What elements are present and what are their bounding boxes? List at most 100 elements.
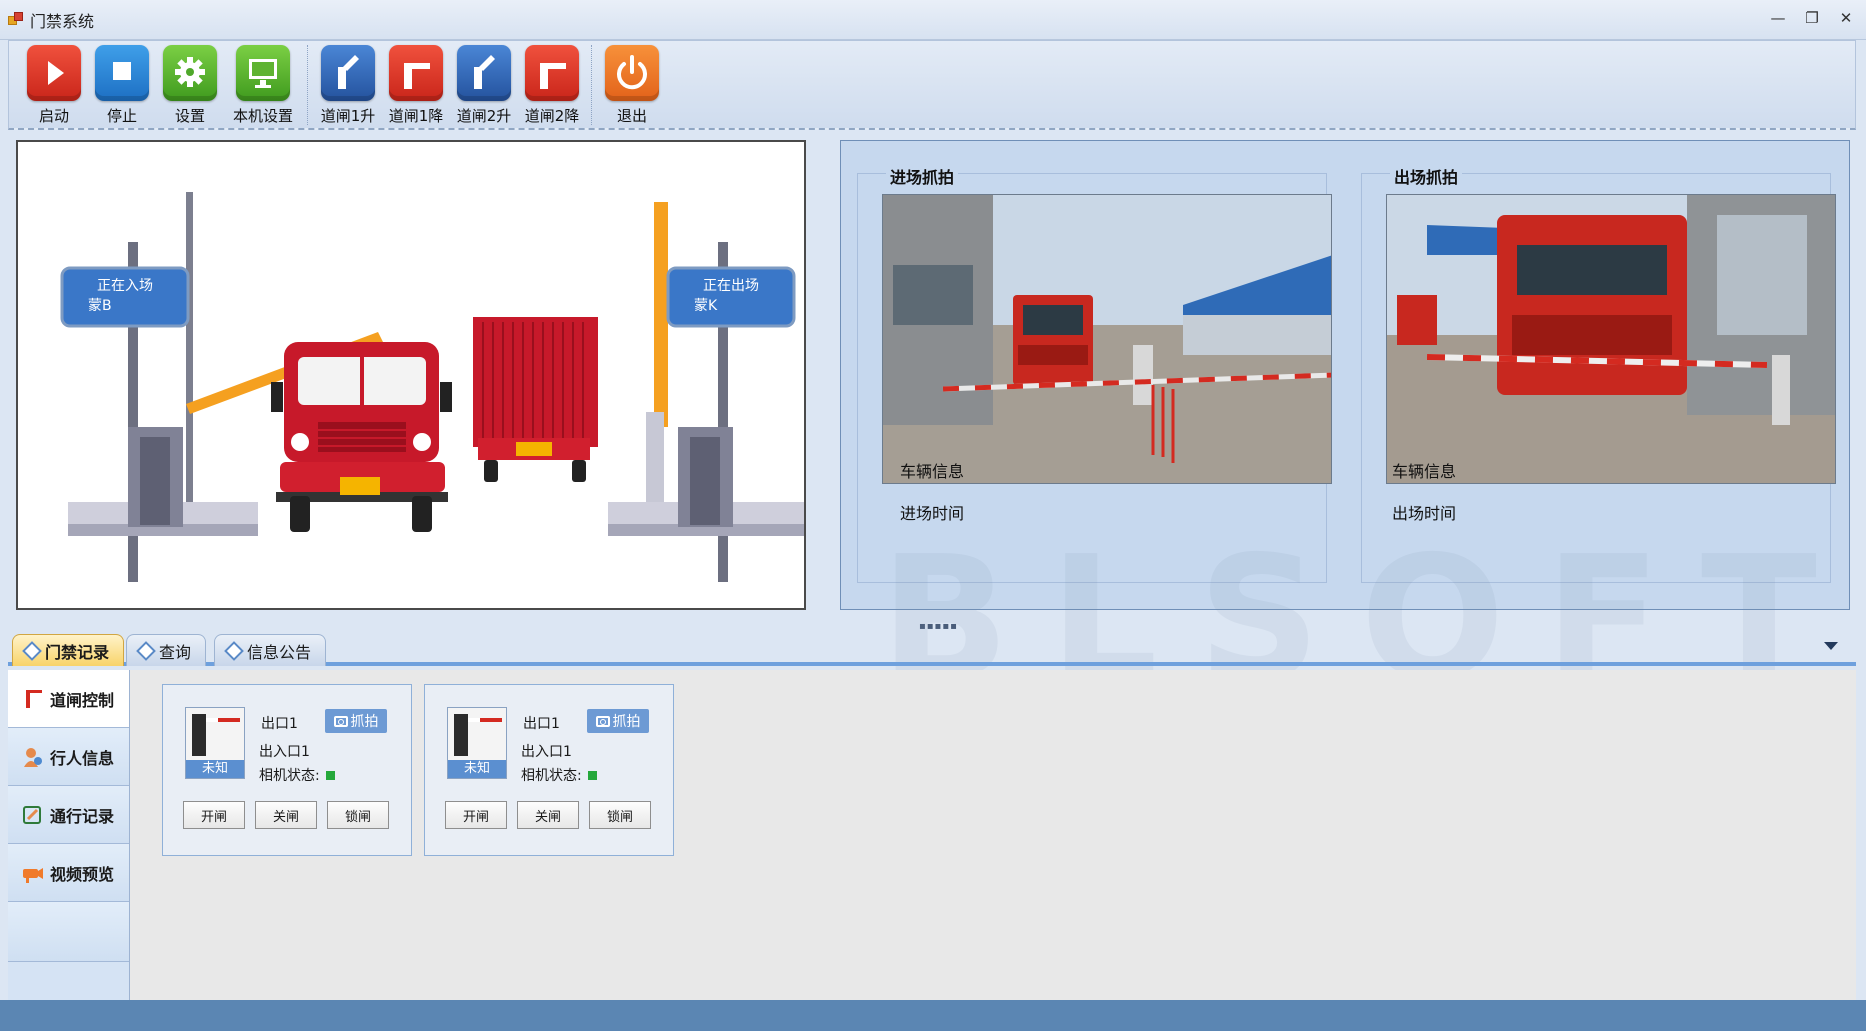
entry-capture-title: 进场抓拍 (886, 164, 959, 188)
gate-direction: 出入口1 (259, 744, 310, 760)
start-label: 启动 (38, 107, 69, 125)
settings-button[interactable]: 设置 (159, 45, 221, 127)
tab-strip: 门禁记录 查询 信息公告 (8, 630, 1856, 666)
barrier2-down-button[interactable]: 道闸2降 (521, 45, 583, 127)
camera-status-indicator (587, 770, 597, 780)
snapshot-label: 抓拍 (350, 714, 379, 730)
tab-access-records[interactable]: 门禁记录 (12, 634, 125, 666)
camera-icon (22, 862, 44, 884)
barrier2-up-button[interactable]: 道闸2升 (453, 45, 515, 127)
camera-status: 相机状态: (259, 765, 335, 785)
tab-label: 信息公告 (247, 642, 312, 662)
edit-icon (22, 804, 44, 826)
tab-diamond-icon (224, 640, 244, 661)
window-controls: — ❐ ✕ (1768, 8, 1856, 28)
window-title: 门禁系统 (30, 11, 95, 31)
sidebar-item-barrier-control[interactable]: 道闸控制 (8, 670, 129, 728)
tab-dropdown-icon[interactable] (1824, 642, 1838, 650)
snapshot-label: 抓拍 (612, 714, 641, 730)
gate-card: 未知 出口1 抓拍 出入口1 相机状态: 开闸 关闸 锁闸 (162, 684, 412, 856)
title-bar: 门禁系统 — ❐ ✕ (0, 0, 1866, 40)
tab-diamond-icon (22, 640, 42, 661)
gate-scene-illustration: 正在入场 蒙B 正在出场 蒙K (16, 140, 806, 610)
entry-capture-photo (882, 194, 1332, 484)
camera-icon (595, 715, 610, 727)
gate-direction: 出入口1 (521, 744, 572, 760)
sidebar-item-video-preview[interactable]: 视频预览 (8, 844, 129, 902)
gate-barrier-image: 未知 (447, 707, 507, 779)
lock-gate-button[interactable]: 锁闸 (589, 801, 651, 829)
snapshot-button[interactable]: 抓拍 (587, 709, 649, 733)
content-area: 道闸控制 行人信息 通行记录 视频预览 未知 出口1 抓拍 出入口1 相机状态: (8, 670, 1856, 1000)
barrier2-down-label: 道闸2降 (524, 107, 580, 125)
close-gate-button[interactable]: 关闸 (255, 801, 317, 829)
gate-scene-graphic (60, 192, 804, 582)
exit-sign: 正在出场 蒙K (672, 272, 790, 322)
stop-label: 停止 (106, 107, 137, 125)
entry-time-label: 进场时间 (900, 504, 965, 523)
exit-vehicle-info-label: 车辆信息 (1392, 462, 1457, 481)
barrier-down-icon (389, 45, 443, 101)
barrier1-up-button[interactable]: 道闸1升 (317, 45, 379, 127)
sidebar-item-empty (8, 902, 129, 962)
tab-announcements[interactable]: 信息公告 (214, 634, 327, 666)
barrier2-up-label: 道闸2升 (456, 107, 512, 125)
barrier1-down-label: 道闸1降 (388, 107, 444, 125)
exit-capture-photo (1386, 194, 1836, 484)
exit-button[interactable]: 退出 (601, 45, 663, 127)
tab-diamond-icon (136, 640, 156, 661)
side-navigation: 道闸控制 行人信息 通行记录 视频预览 (8, 670, 130, 1000)
local-settings-label: 本机设置 (232, 107, 293, 125)
toolbar-separator (591, 45, 593, 125)
entry-sign-plate: 蒙B (88, 298, 112, 314)
tab-label: 门禁记录 (45, 642, 110, 662)
gate-card: 未知 出口1 抓拍 出入口1 相机状态: 开闸 关闸 锁闸 (424, 684, 674, 856)
lock-gate-button[interactable]: 锁闸 (327, 801, 389, 829)
sidebar-item-pass-records[interactable]: 通行记录 (8, 786, 129, 844)
capture-panel: 进场抓拍 车辆信息 进场时间 出场抓拍 车辆信息 出场时间 (840, 140, 1850, 610)
camera-status: 相机状态: (521, 765, 597, 785)
snapshot-button[interactable]: 抓拍 (325, 709, 387, 733)
settings-label: 设置 (174, 107, 205, 125)
sidebar-item-label: 通行记录 (50, 806, 115, 826)
open-gate-button[interactable]: 开闸 (183, 801, 245, 829)
barrier1-down-button[interactable]: 道闸1降 (385, 45, 447, 127)
sidebar-item-label: 视频预览 (50, 864, 115, 884)
local-settings-button[interactable]: 本机设置 (227, 45, 299, 127)
stop-icon (95, 45, 149, 101)
entry-capture-group: 进场抓拍 车辆信息 进场时间 (857, 164, 1332, 583)
gate-status: 未知 (448, 760, 506, 778)
open-gate-button[interactable]: 开闸 (445, 801, 507, 829)
barrier1-up-label: 道闸1升 (320, 107, 376, 125)
exit-time-label: 出场时间 (1392, 504, 1457, 523)
gate-barrier-image: 未知 (185, 707, 245, 779)
stop-button[interactable]: 停止 (91, 45, 153, 127)
gate-status: 未知 (186, 760, 244, 778)
camera-status-label: 相机状态: (521, 768, 582, 784)
camera-icon (333, 715, 348, 727)
exit-capture-title: 出场抓拍 (1390, 164, 1463, 188)
exit-label: 退出 (616, 107, 647, 125)
sidebar-item-label: 行人信息 (50, 748, 115, 768)
sidebar-item-pedestrian-info[interactable]: 行人信息 (8, 728, 129, 786)
tab-label: 查询 (159, 642, 192, 662)
barrier-icon (22, 688, 44, 710)
barrier-up-icon (321, 45, 375, 101)
status-bar (0, 1000, 1866, 1031)
barrier-down-icon (525, 45, 579, 101)
close-icon[interactable]: ✕ (1836, 8, 1856, 28)
monitor-icon (236, 45, 290, 101)
maximize-icon[interactable]: ❐ (1802, 8, 1822, 28)
entry-sign-status: 正在入场 (97, 278, 153, 294)
app-logo-icon (8, 11, 24, 28)
sidebar-item-label: 道闸控制 (50, 690, 115, 710)
entry-vehicle-info-label: 车辆信息 (900, 462, 965, 481)
close-gate-button[interactable]: 关闸 (517, 801, 579, 829)
gate-name: 出口1 (261, 716, 298, 732)
gear-icon (163, 45, 217, 101)
minimize-icon[interactable]: — (1768, 8, 1788, 28)
start-button[interactable]: 启动 (23, 45, 85, 127)
play-icon (27, 45, 81, 101)
tab-query[interactable]: 查询 (126, 634, 207, 666)
exit-capture-group: 出场抓拍 车辆信息 出场时间 (1361, 164, 1836, 583)
